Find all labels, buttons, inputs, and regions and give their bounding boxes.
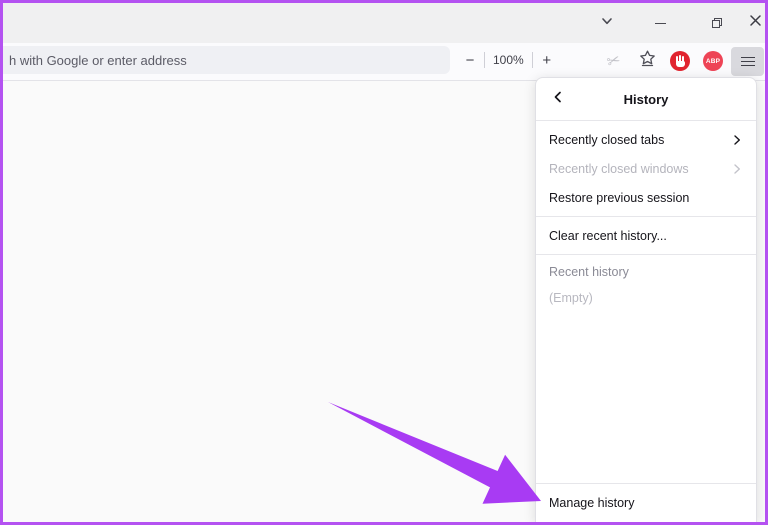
adblock-hand-icon bbox=[670, 51, 690, 71]
browser-toolbar: h with Google or enter address − 100% + … bbox=[3, 43, 765, 81]
screenshot-button[interactable]: ✂ bbox=[599, 47, 629, 75]
app-menu-button[interactable] bbox=[731, 47, 764, 76]
scissors-icon: ✂ bbox=[605, 49, 624, 72]
address-bar-text: h with Google or enter address bbox=[3, 53, 187, 68]
separator bbox=[532, 52, 533, 68]
adblock-plus-extension-button[interactable]: ABP bbox=[698, 47, 728, 75]
recent-history-section: Recent history (Empty) bbox=[536, 255, 756, 315]
chevron-right-icon bbox=[731, 163, 743, 175]
chevron-down-icon bbox=[600, 14, 614, 33]
list-all-tabs-button[interactable] bbox=[592, 9, 622, 37]
restore-icon bbox=[712, 18, 722, 28]
hamburger-icon bbox=[741, 57, 755, 58]
minimize-button[interactable] bbox=[645, 9, 675, 37]
panel-spacer bbox=[536, 315, 756, 483]
bookmark-extension-button[interactable] bbox=[632, 47, 662, 75]
history-panel-header: History bbox=[536, 78, 756, 120]
adblock-extension-button[interactable] bbox=[665, 47, 695, 75]
minimize-icon bbox=[655, 23, 666, 24]
menu-item-clear-recent-history[interactable]: Clear recent history... bbox=[536, 221, 756, 250]
abp-icon-label: ABP bbox=[706, 58, 720, 65]
menu-item-restore-previous-session[interactable]: Restore previous session bbox=[536, 183, 756, 212]
recent-history-empty: (Empty) bbox=[536, 285, 756, 311]
recent-history-label: Recent history bbox=[536, 259, 756, 285]
panel-title: History bbox=[624, 92, 669, 107]
chevron-right-icon bbox=[731, 134, 743, 146]
menu-item-recently-closed-tabs[interactable]: Recently closed tabs bbox=[536, 125, 756, 154]
close-icon bbox=[749, 14, 762, 32]
history-menu-list: Recently closed tabs Recently closed win… bbox=[536, 121, 756, 216]
address-bar[interactable]: h with Google or enter address bbox=[3, 46, 450, 74]
restore-button[interactable] bbox=[702, 9, 732, 37]
zoom-level[interactable]: 100% bbox=[487, 53, 530, 67]
menu-item-manage-history[interactable]: Manage history bbox=[536, 484, 756, 522]
zoom-controls: − 100% + bbox=[458, 46, 559, 74]
panel-back-button[interactable] bbox=[544, 85, 572, 113]
star-tray-icon bbox=[638, 49, 657, 73]
window-titlebar bbox=[3, 3, 765, 43]
zoom-out-button[interactable]: − bbox=[458, 48, 482, 72]
close-button[interactable] bbox=[740, 9, 768, 37]
chevron-left-icon bbox=[551, 90, 565, 109]
zoom-in-button[interactable]: + bbox=[535, 48, 559, 72]
clear-history-section: Clear recent history... bbox=[536, 217, 756, 254]
menu-item-recently-closed-windows: Recently closed windows bbox=[536, 154, 756, 183]
history-panel: History Recently closed tabs Recently cl… bbox=[535, 77, 757, 522]
abp-icon: ABP bbox=[703, 51, 723, 71]
toolbar-extensions: ✂ ABP bbox=[599, 46, 764, 76]
separator bbox=[484, 52, 485, 68]
